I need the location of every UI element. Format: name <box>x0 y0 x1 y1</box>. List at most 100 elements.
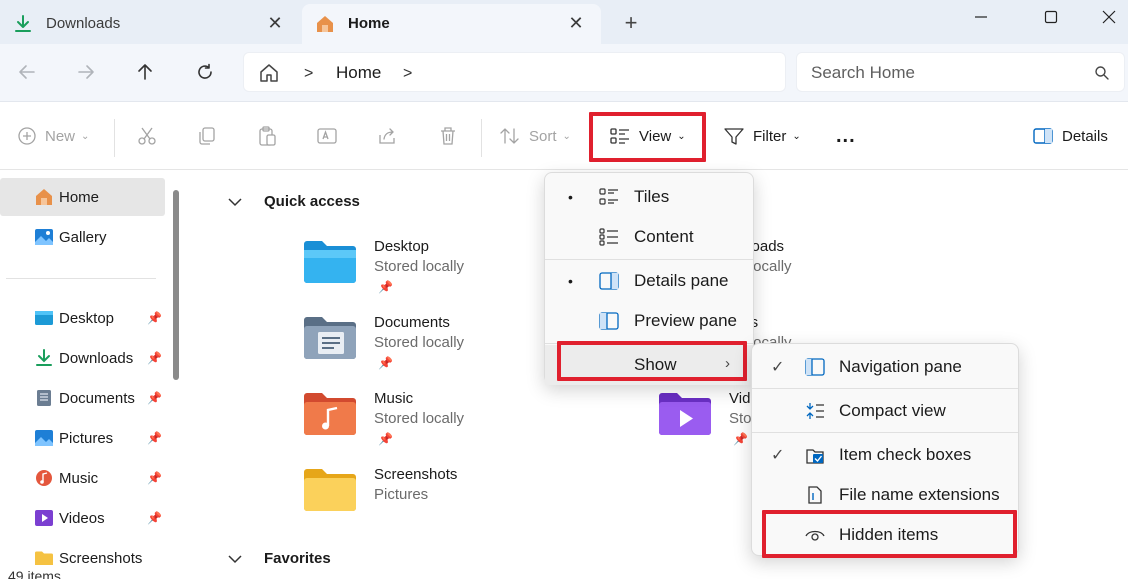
pin-icon: 📌 <box>378 432 393 446</box>
sidebar-item-label: Screenshots <box>59 550 143 567</box>
new-label: New <box>45 127 76 145</box>
pin-icon[interactable]: 📌 <box>147 391 162 405</box>
pin-icon[interactable]: 📌 <box>147 511 162 525</box>
checkbox-icon <box>806 449 824 464</box>
menu-item-tiles[interactable]: • Tiles <box>545 177 753 217</box>
title-bar: Downloads ✕ Home ✕ + <box>0 0 1128 44</box>
sidebar-item-pictures[interactable]: Pictures 📌 <box>0 419 165 457</box>
search-icon[interactable] <box>1094 65 1110 81</box>
checkmark-icon: ✓ <box>771 359 785 376</box>
cut-button[interactable] <box>136 122 158 150</box>
forward-button[interactable] <box>71 58 101 86</box>
menu-item-preview-pane[interactable]: Preview pane <box>545 301 753 341</box>
selected-bullet-icon: • <box>568 273 573 289</box>
search-box[interactable] <box>796 52 1125 92</box>
music-icon <box>36 470 52 486</box>
breadcrumb-chevron-icon[interactable]: > <box>403 65 412 83</box>
delete-button[interactable] <box>437 122 459 150</box>
folder-icon <box>304 469 356 511</box>
sidebar-item-home[interactable]: Home <box>0 178 165 216</box>
pin-icon[interactable]: 📌 <box>147 431 162 445</box>
sidebar-scrollbar[interactable] <box>173 190 179 380</box>
menu-item-compact-view[interactable]: Compact view <box>752 391 1018 431</box>
details-button[interactable]: Details <box>1032 122 1108 150</box>
pin-icon: 📌 <box>378 280 393 294</box>
tab-downloads[interactable]: Downloads ✕ <box>0 4 300 44</box>
section-quick-access[interactable]: Quick access <box>228 193 360 210</box>
sidebar-item-label: Videos <box>59 510 105 527</box>
sidebar-item-videos[interactable]: Videos 📌 <box>0 499 165 537</box>
close-window-button[interactable] <box>1086 0 1128 34</box>
divider <box>545 259 753 260</box>
tab-home[interactable]: Home ✕ <box>302 4 601 44</box>
close-icon[interactable]: ✕ <box>266 14 284 32</box>
refresh-button[interactable] <box>190 58 220 86</box>
filter-button[interactable]: Filter ⌄ <box>723 122 801 150</box>
menu-item-file-name-extensions[interactable]: File name extensions <box>752 475 1018 515</box>
show-highlight <box>557 341 747 381</box>
up-button[interactable] <box>130 58 160 86</box>
quick-access-item-music[interactable]: Music Stored locally 📌 <box>302 390 602 460</box>
rename-button[interactable] <box>316 122 338 150</box>
preview-pane-icon <box>599 312 619 330</box>
filter-icon <box>724 128 744 145</box>
minimize-icon <box>975 16 987 18</box>
tab-label: Home <box>348 15 390 32</box>
sidebar-item-downloads[interactable]: Downloads 📌 <box>0 339 165 377</box>
menu-item-item-check-boxes[interactable]: ✓ Item check boxes <box>752 435 1018 475</box>
share-button[interactable] <box>376 122 398 150</box>
desktop-folder-icon <box>35 311 53 325</box>
file-extension-icon <box>808 486 822 504</box>
new-tab-button[interactable]: + <box>618 10 644 36</box>
videos-icon <box>35 510 53 526</box>
item-location: Stored locally <box>374 334 465 351</box>
paste-button[interactable] <box>256 122 278 150</box>
sidebar-item-label: Desktop <box>59 310 115 327</box>
folder-icon <box>35 551 53 565</box>
menu-item-content[interactable]: Content <box>545 217 753 257</box>
menu-item-label: Item check boxes <box>839 445 972 464</box>
sidebar-item-documents[interactable]: Documents 📌 <box>0 379 165 417</box>
menu-item-label: Content <box>634 227 694 246</box>
refresh-icon <box>198 63 212 79</box>
close-icon[interactable]: ✕ <box>567 14 585 32</box>
address-bar[interactable]: > Home > <box>243 52 786 92</box>
pin-icon[interactable]: 📌 <box>147 351 162 365</box>
videos-folder-icon <box>659 393 711 435</box>
menu-item-navigation-pane[interactable]: ✓ Navigation pane <box>752 347 1018 387</box>
menu-item-label: Details pane <box>634 271 729 290</box>
quick-access-item-screenshots[interactable]: Screenshots Pictures <box>302 466 602 536</box>
copy-button[interactable] <box>196 122 218 150</box>
sort-icon <box>500 128 519 144</box>
copy-icon <box>199 127 215 145</box>
item-name: Documents <box>374 314 450 331</box>
pin-icon[interactable]: 📌 <box>147 311 162 325</box>
minimize-button[interactable] <box>958 0 1004 34</box>
menu-item-label: Navigation pane <box>839 357 962 376</box>
paste-icon <box>259 126 276 146</box>
breadcrumb-home[interactable]: Home <box>336 63 381 83</box>
sidebar-item-music[interactable]: Music 📌 <box>0 459 165 497</box>
search-input[interactable] <box>811 61 1081 85</box>
sidebar-item-gallery[interactable]: Gallery <box>0 218 165 256</box>
details-pane-icon <box>599 272 619 290</box>
maximize-button[interactable] <box>1028 0 1074 34</box>
section-favorites[interactable]: Favorites <box>228 550 331 567</box>
item-location: Stored locally <box>374 258 465 275</box>
cut-icon <box>138 127 156 145</box>
chevron-down-icon: ⌄ <box>81 130 90 142</box>
new-button[interactable]: New ⌄ <box>17 122 89 150</box>
chevron-down-icon[interactable] <box>228 194 246 210</box>
sidebar-item-label: Downloads <box>59 350 134 367</box>
menu-item-label: File name extensions <box>839 485 1000 504</box>
chevron-down-icon[interactable] <box>228 551 246 567</box>
sidebar-item-desktop[interactable]: Desktop 📌 <box>0 299 165 337</box>
menu-item-details-pane[interactable]: • Details pane <box>545 261 753 301</box>
more-button[interactable]: ... <box>836 122 856 150</box>
breadcrumb-chevron-icon[interactable]: > <box>304 65 313 83</box>
sort-button[interactable]: Sort ⌄ <box>499 122 571 150</box>
pin-icon[interactable]: 📌 <box>147 471 162 485</box>
section-title: Quick access <box>264 193 360 210</box>
back-button[interactable] <box>12 58 42 86</box>
section-title: Favorites <box>264 550 331 567</box>
